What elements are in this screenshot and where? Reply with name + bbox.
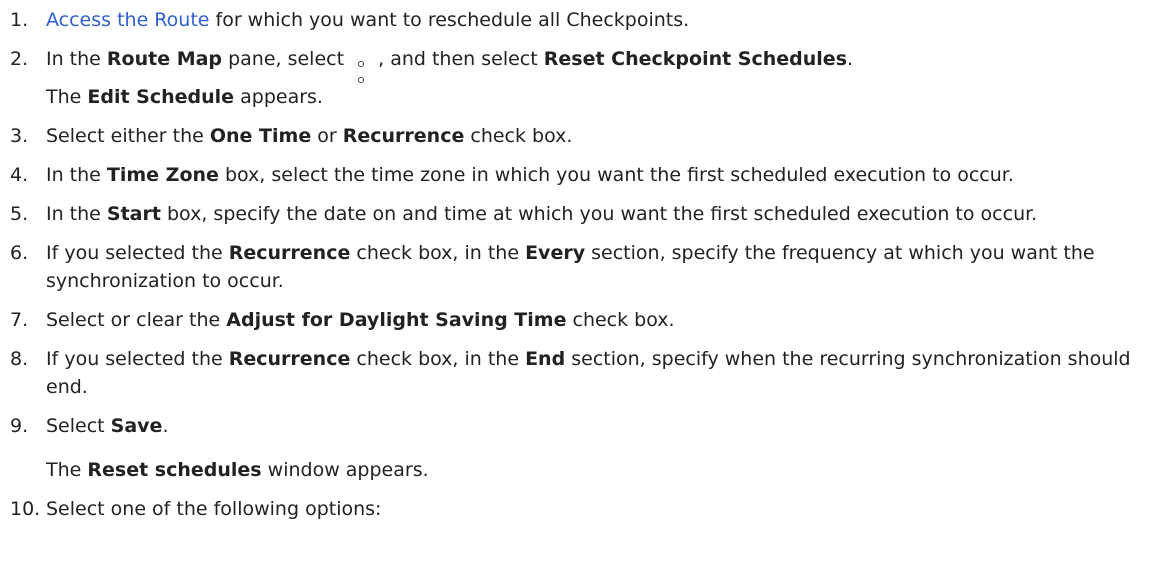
step-4: 4. In the Time Zone box, select the time… [10,161,1170,189]
step-number: 6. [10,242,29,264]
step-2: 2. In the Route Map pane, select , and t… [10,45,1170,111]
step-number: 7. [10,309,29,331]
step-3: 3. Select either the One Time or Recurre… [10,122,1170,150]
step-number: 9. [10,415,29,437]
access-route-link[interactable]: Access the Route [46,9,209,31]
step-number: 3. [10,125,29,147]
more-vertical-icon [356,61,366,83]
step-number: 5. [10,203,29,225]
step-8: 8. If you selected the Recurrence check … [10,345,1170,401]
step-number: 1. [10,9,29,31]
step-6: 6. If you selected the Recurrence check … [10,239,1170,295]
procedure-document: 1. Access the Route for which you want t… [0,0,1170,523]
step-1: 1. Access the Route for which you want t… [10,6,1170,34]
step-number: 2. [10,48,29,70]
step-5: 5. In the Start box, specify the date on… [10,200,1170,228]
step-9-result: The Reset schedules window appears. [46,459,429,481]
step-number: 8. [10,348,29,370]
step-number: 10. [10,498,41,520]
step-number: 4. [10,164,29,186]
step-10: 10. Select one of the following options: [10,495,1170,523]
step-7: 7. Select or clear the Adjust for Daylig… [10,306,1170,334]
step-9: 9. Select Save. The Reset schedules wind… [10,412,1170,484]
steps-list: 1. Access the Route for which you want t… [10,6,1170,523]
